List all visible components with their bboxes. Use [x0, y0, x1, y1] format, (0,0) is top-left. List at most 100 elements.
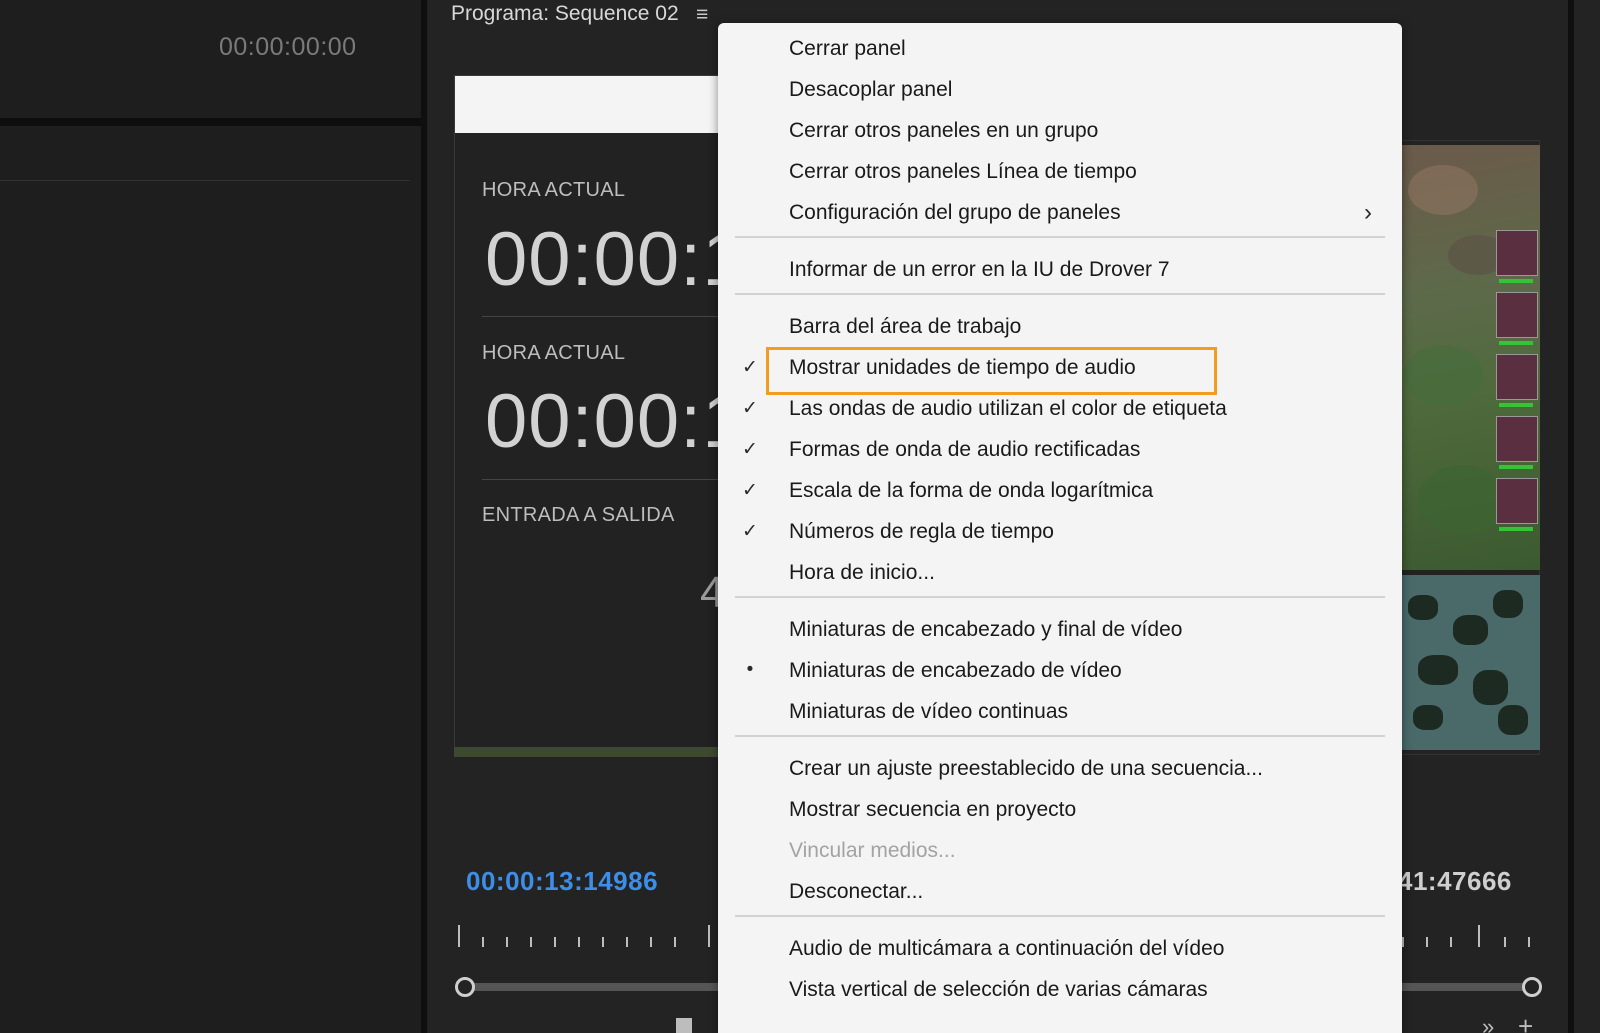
ruler-tick	[458, 925, 460, 947]
ruler-tick	[578, 937, 580, 947]
program-monitor-title[interactable]: Programa: Sequence 02	[451, 2, 679, 26]
minimap-image	[1398, 575, 1540, 750]
more-controls-icon[interactable]: »	[1482, 1014, 1494, 1033]
menu-item[interactable]: ✓ Las ondas de audio utilizan el color de…	[718, 389, 1402, 429]
ruler-tick	[1402, 937, 1404, 947]
menu-item-label: Hora de inicio...	[789, 561, 935, 584]
zoom-scrollbar-right[interactable]	[1398, 983, 1528, 991]
menu-item[interactable]: ✓ Formas de onda de audio rectificadas	[718, 430, 1402, 470]
portrait-icon	[1496, 478, 1538, 531]
marker-icon[interactable]	[676, 1018, 692, 1033]
current-time-label-2: HORA ACTUAL	[482, 342, 626, 364]
ruler-tick	[602, 937, 604, 947]
menu-item[interactable]: ✓ Números de regla de tiempo	[718, 512, 1402, 552]
menu-item[interactable]: Crear un ajuste preestablecido de una se…	[718, 749, 1402, 789]
menu-item-label: Formas de onda de audio rectificadas	[789, 438, 1141, 461]
bullet-icon: •	[746, 659, 754, 680]
menu-item: Vincular medios...	[718, 831, 1402, 871]
portrait-icon	[1496, 354, 1538, 407]
duration-timecode: 41:47666	[1398, 866, 1512, 896]
menu-item[interactable]: ✓ Mostrar unidades de tiempo de audio	[718, 348, 1402, 388]
timecode-overlay-panel: HORA ACTUAL 00:00:1 HORA ACTUAL 00:00:1 …	[454, 75, 745, 749]
champion-portraits	[1496, 230, 1540, 540]
menu-item[interactable]: Cerrar otros paneles en un grupo	[718, 111, 1402, 151]
menu-item-label: Mostrar unidades de tiempo de audio	[789, 356, 1136, 379]
add-button-icon[interactable]: +	[1518, 1011, 1533, 1033]
menu-separator	[735, 596, 1385, 598]
playhead-timecode[interactable]: 00:00:13:14986	[466, 866, 658, 897]
time-ruler-right[interactable]	[1398, 925, 1540, 947]
ruler-tick	[674, 937, 676, 947]
overlay-divider	[482, 479, 735, 480]
menu-item[interactable]: Desconectar...	[718, 872, 1402, 912]
panel-menu-icon[interactable]: ≡	[696, 3, 708, 27]
overlay-divider	[482, 316, 735, 317]
portrait-icon	[1496, 292, 1538, 345]
chevron-right-icon: ›	[1364, 199, 1372, 226]
menu-item[interactable]: Hora de inicio...	[718, 553, 1402, 593]
menu-item-label: Miniaturas de encabezado de vídeo	[789, 659, 1122, 682]
menu-item-label: Miniaturas de encabezado y final de víde…	[789, 618, 1183, 641]
checkmark-icon: ✓	[742, 480, 758, 501]
video-frame-edge	[454, 747, 734, 757]
portrait-icon	[1496, 230, 1538, 283]
menu-item-label: Cerrar otros paneles Línea de tiempo	[789, 160, 1137, 183]
ruler-tick	[554, 937, 556, 947]
scrollbar-handle-right[interactable]	[1522, 977, 1542, 997]
menu-item[interactable]: Cerrar panel	[718, 29, 1402, 69]
ruler-tick	[1478, 925, 1480, 947]
scrollbar-handle-left[interactable]	[455, 977, 475, 997]
menu-item[interactable]: Configuración del grupo de paneles ›	[718, 193, 1402, 233]
panel-divider-line	[0, 180, 410, 181]
panel-gutter[interactable]	[421, 0, 427, 1033]
current-time-value-2: 00:00:1	[485, 379, 746, 464]
menu-item[interactable]: Barra del área de trabajo	[718, 307, 1402, 347]
ruler-tick	[1426, 937, 1428, 947]
checkmark-icon: ✓	[742, 398, 758, 419]
menu-item-label: Cerrar otros paneles en un grupo	[789, 119, 1099, 142]
menu-item[interactable]: Mostrar secuencia en proyecto	[718, 790, 1402, 830]
checkmark-icon: ✓	[742, 357, 758, 378]
premiere-window: 00:00:00:00 Programa: Sequence 02 ≡ HORA…	[0, 0, 1600, 1033]
time-ruler[interactable]	[454, 925, 734, 947]
menu-item[interactable]: Miniaturas de encabezado y final de víde…	[718, 610, 1402, 650]
ruler-tick	[1450, 937, 1452, 947]
zoom-scrollbar[interactable]	[460, 983, 730, 991]
menu-item-label: Vincular medios...	[789, 839, 956, 862]
ruler-tick	[530, 937, 532, 947]
current-time-value: 00:00:1	[485, 217, 746, 302]
menu-item[interactable]: Audio de multicámara a continuación del …	[718, 929, 1402, 969]
menu-item[interactable]: • Miniaturas de encabezado de vídeo	[718, 651, 1402, 691]
ruler-tick	[1528, 937, 1530, 947]
ruler-tick	[482, 937, 484, 947]
menu-item-label: Audio de multicámara a continuación del …	[789, 937, 1225, 960]
menu-separator	[735, 915, 1385, 917]
menu-item-label: Las ondas de audio utilizan el color de …	[789, 397, 1227, 420]
menu-item-label: Barra del área de trabajo	[789, 315, 1022, 338]
menu-item-label: Desacoplar panel	[789, 78, 953, 101]
menu-item[interactable]: Miniaturas de vídeo continuas	[718, 692, 1402, 732]
menu-separator	[735, 293, 1385, 295]
menu-item-label: Cerrar panel	[789, 37, 906, 60]
menu-item[interactable]: Desacoplar panel	[718, 70, 1402, 110]
menu-item[interactable]: ✓ Escala de la forma de onda logarítmica	[718, 471, 1402, 511]
menu-item-label: Configuración del grupo de paneles	[789, 201, 1121, 224]
source-panel: 00:00:00:00	[0, 0, 421, 1033]
checkmark-icon: ✓	[742, 439, 758, 460]
menu-item[interactable]: Vista vertical de selección de varias cá…	[718, 970, 1402, 1010]
menu-item-label: Vista vertical de selección de varias cá…	[789, 978, 1208, 1001]
current-time-label: HORA ACTUAL	[482, 179, 626, 201]
menu-item[interactable]: Cerrar otros paneles Línea de tiempo	[718, 152, 1402, 192]
checkmark-icon: ✓	[742, 521, 758, 542]
ruler-tick	[506, 937, 508, 947]
menu-separator	[735, 236, 1385, 238]
menu-item[interactable]: Informar de un error en la IU de Drover …	[718, 250, 1402, 290]
menu-item-label: Crear un ajuste preestablecido de una se…	[789, 757, 1263, 780]
menu-item-label: Informar de un error en la IU de Drover …	[789, 258, 1170, 281]
panel-gutter-right[interactable]	[1568, 0, 1574, 1033]
menu-item-label: Números de regla de tiempo	[789, 520, 1054, 543]
ruler-tick	[626, 937, 628, 947]
ruler-tick	[708, 925, 710, 947]
menu-item-label: Mostrar secuencia en proyecto	[789, 798, 1077, 821]
menu-separator	[735, 735, 1385, 737]
